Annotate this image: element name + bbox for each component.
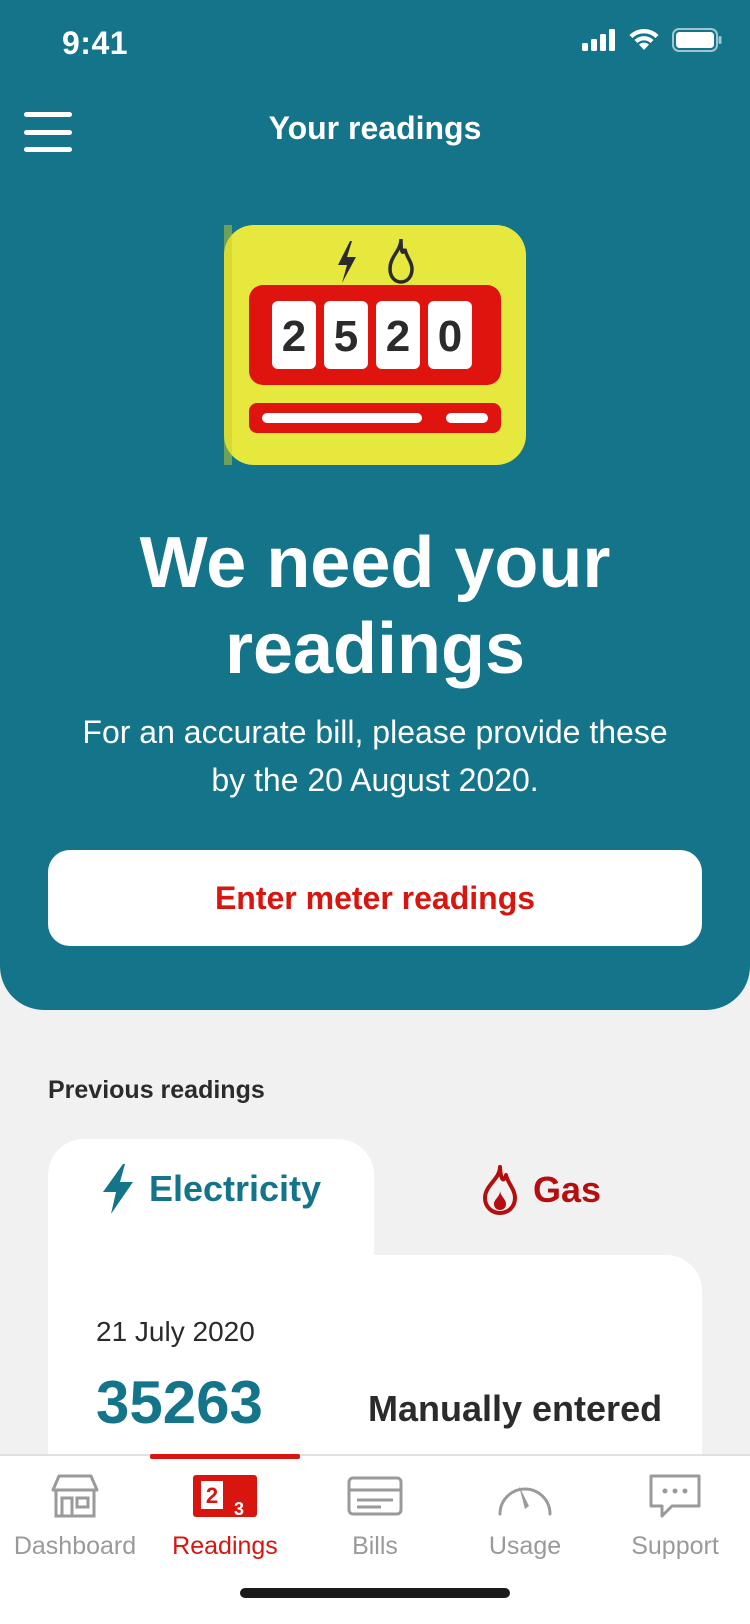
gauge-icon <box>498 1486 552 1516</box>
status-icons <box>582 28 722 52</box>
signal-icon <box>582 29 615 51</box>
nav-item-readings[interactable]: 2 3 Readings <box>150 1470 300 1570</box>
nav-label-support: Support <box>631 1532 719 1560</box>
tab-electricity-label: Electricity <box>148 1168 322 1209</box>
hero-banner: 9:41 Your readings 2 5 2 0 We need your … <box>0 0 750 1010</box>
nav-label-readings: Readings <box>172 1532 278 1560</box>
hero-heading: We need your readings <box>139 523 611 689</box>
readings-icon: 2 3 <box>193 1475 257 1517</box>
nav-label-usage: Usage <box>488 1532 562 1560</box>
reading-date: 21 July 2020 <box>96 1316 255 1347</box>
flame-icon <box>482 1165 517 1215</box>
previous-readings-label: Previous readings <box>48 1076 265 1104</box>
meter-illustration: 2 5 2 0 <box>224 225 526 465</box>
readings-icon-digit: 3 <box>234 1499 244 1517</box>
lightning-icon <box>102 1164 133 1214</box>
meter-digit: 2 <box>386 312 410 361</box>
reading-value: 35263 <box>96 1369 263 1436</box>
nav-item-bills[interactable]: Bills <box>300 1470 450 1570</box>
hero-subtext: For an accurate bill, please provide the… <box>82 714 668 798</box>
page-title: Your readings <box>268 110 482 146</box>
bottom-navigation: Dashboard 2 3 Readings Bills Usage Suppo… <box>0 1454 750 1624</box>
nav-label-bills: Bills <box>352 1532 398 1560</box>
nav-item-dashboard[interactable]: Dashboard <box>0 1470 150 1570</box>
bill-icon <box>347 1476 403 1516</box>
reading-method: Manually entered <box>368 1388 663 1429</box>
tab-gas[interactable]: Gas <box>380 1139 702 1249</box>
house-icon <box>51 1474 99 1518</box>
tab-gas-label: Gas <box>532 1169 602 1210</box>
readings-icon-digit: 2 <box>206 1483 218 1508</box>
nav-item-usage[interactable]: Usage <box>450 1470 600 1570</box>
meter-digit: 2 <box>282 312 306 361</box>
meter-digit: 0 <box>438 312 462 361</box>
nav-label-dashboard: Dashboard <box>13 1532 137 1560</box>
nav-active-indicator <box>150 1454 300 1459</box>
wifi-icon <box>629 28 659 50</box>
home-indicator <box>240 1588 510 1598</box>
menu-icon-bar <box>24 147 72 152</box>
tab-electricity[interactable]: Electricity <box>48 1139 374 1269</box>
enter-meter-readings-button[interactable]: Enter meter readings <box>48 850 702 946</box>
meter-digit: 5 <box>334 312 358 361</box>
status-bar: 9:41 <box>0 0 750 90</box>
battery-icon <box>672 28 722 52</box>
chat-icon <box>649 1474 701 1518</box>
status-time: 9:41 <box>62 25 129 61</box>
nav-item-support[interactable]: Support <box>600 1470 750 1570</box>
